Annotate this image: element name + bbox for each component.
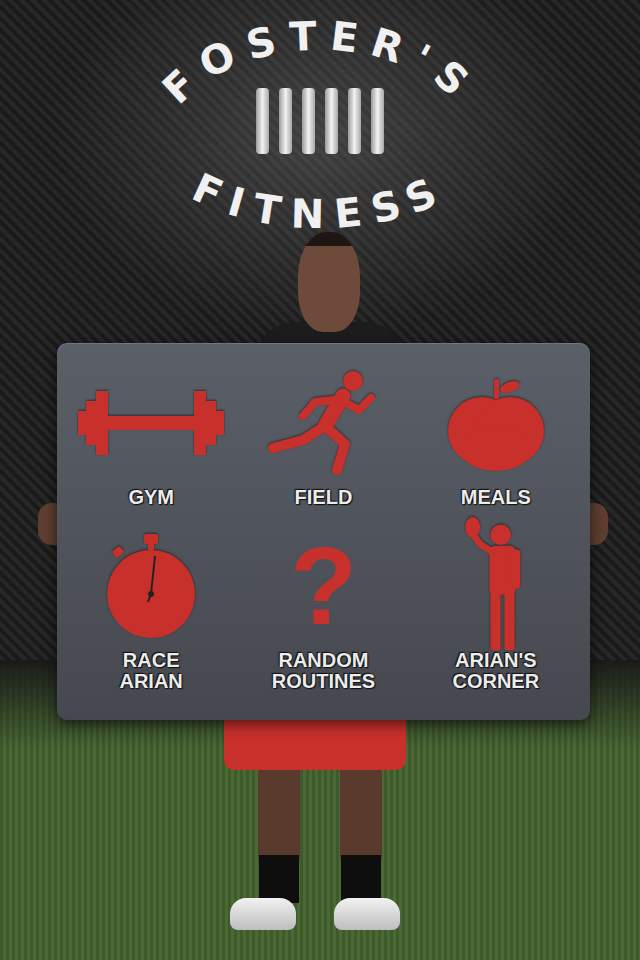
- menu-item-label: RACE ARIAN: [119, 650, 182, 692]
- stopwatch-icon: [101, 530, 201, 642]
- menu-item[interactable]: GYM: [65, 363, 237, 518]
- athlete-right-leg: [340, 770, 382, 860]
- athlete-left-leg: [258, 770, 300, 860]
- menu-item[interactable]: MEALS: [410, 363, 582, 518]
- menu-item[interactable]: ? RANDOM ROUTINES: [237, 526, 409, 702]
- dumbbell-icon: [76, 383, 226, 463]
- menu-item-label: GYM: [128, 487, 174, 508]
- athlete-left-sock: [259, 855, 299, 903]
- question-mark-icon: ?: [290, 531, 357, 641]
- logo-bars-icon: [256, 88, 384, 154]
- logo-title-bottom: FITNESS: [186, 164, 454, 237]
- athlete-shorts: [224, 712, 406, 770]
- athlete-left-shoe: [230, 898, 296, 930]
- athlete-right-shoe: [334, 898, 400, 930]
- menu-board: GYM FIELD MEALS RACE ARIAN? RANDOM ROUTINES A…: [57, 343, 590, 720]
- athlete-right-sock: [341, 855, 381, 903]
- menu-item-label: FIELD: [295, 487, 353, 508]
- tennis-player-icon: [461, 516, 531, 656]
- app-screen: FOSTER'S FITNESS GYM FIELD MEALS RACE ARIAN? R…: [0, 0, 640, 960]
- menu-item[interactable]: FIELD: [237, 363, 409, 518]
- menu-item[interactable]: ARIAN'S CORNER: [410, 526, 582, 702]
- menu-item[interactable]: RACE ARIAN: [65, 526, 237, 702]
- menu-item-label: RANDOM ROUTINES: [272, 650, 375, 692]
- apple-icon: [446, 373, 546, 473]
- menu-item-label: MEALS: [461, 487, 531, 508]
- logo: FOSTER'S FITNESS: [0, 0, 640, 250]
- header: FOSTER'S FITNESS: [0, 0, 640, 343]
- athlete-head: [298, 232, 360, 332]
- logo-title-top: FOSTER'S: [154, 12, 487, 112]
- menu-item-label: ARIAN'S CORNER: [452, 650, 539, 692]
- runner-icon: [263, 368, 383, 478]
